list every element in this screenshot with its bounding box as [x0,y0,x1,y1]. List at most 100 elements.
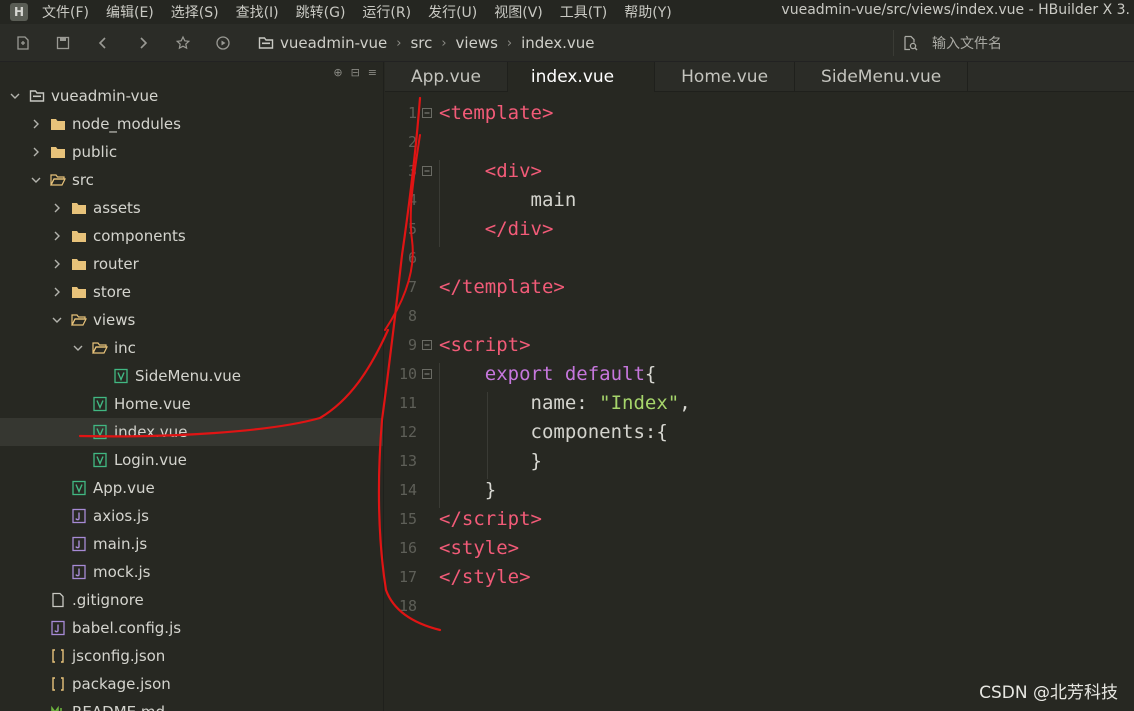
forward-icon[interactable] [134,34,152,52]
locate-icon[interactable]: ⊕ [333,66,342,79]
menu-item[interactable]: 编辑(E) [106,2,154,22]
menu-item[interactable]: 跳转(G) [296,2,346,22]
tab-index-vue[interactable]: index.vue [507,62,656,92]
tree-item-babel-config-js[interactable]: babel.config.js [0,614,383,642]
tree-item-readme-md[interactable]: README.md [0,698,383,711]
tree-item-components[interactable]: components [0,222,383,250]
menu-item[interactable]: 帮助(Y) [624,2,671,22]
code-editor[interactable]: App.vue index.vue Home.vue SideMenu.vue 1 <t… [385,62,1134,711]
chevron-right-icon[interactable] [50,285,64,299]
code-line[interactable]: 1 <template > [385,98,1134,127]
menu-item[interactable]: 查找(I) [236,2,279,22]
back-icon[interactable] [94,34,112,52]
tree-item-home-vue[interactable]: Home.vue [0,390,383,418]
tree-item-node-modules[interactable]: node_modules [0,110,383,138]
breadcrumb-item[interactable]: views [456,34,498,52]
code-line[interactable]: 10 export default{ [385,359,1134,388]
js-file-icon [50,620,66,636]
tree-item-index-vue[interactable]: index.vue [0,418,383,446]
tab-sidemenu-vue[interactable]: SideMenu.vue [795,62,969,92]
tree-item-inc[interactable]: inc [0,334,383,362]
menu-item[interactable]: 运行(R) [362,2,411,22]
code-token: components: [439,420,657,443]
code-area[interactable]: 1 <template >2 3 <div >4 main 5 </div >6 7 </tem… [385,98,1134,620]
tree-item-app-vue[interactable]: App.vue [0,474,383,502]
tree-item-mock-js[interactable]: mock.js [0,558,383,586]
code-line[interactable]: 16 <style > [385,533,1134,562]
chevron-right-icon[interactable] [29,145,43,159]
chevron-right-icon[interactable] [50,229,64,243]
tree-item-gitignore[interactable]: .gitignore [0,586,383,614]
code-line[interactable]: 2 [385,127,1134,156]
tree-item-public[interactable]: public [0,138,383,166]
tree-item-src[interactable]: src [0,166,383,194]
menu-icon[interactable]: ≡ [368,66,377,79]
code-line[interactable]: 6 [385,243,1134,272]
run-icon[interactable] [214,34,232,52]
code-line[interactable]: 14 } [385,475,1134,504]
line-number: 17 [398,567,417,586]
fold-placeholder [421,194,433,206]
code-line[interactable]: 5 </div > [385,214,1134,243]
menu-item[interactable]: 工具(T) [560,2,607,22]
menu-item[interactable]: 发行(U) [428,2,477,22]
new-file-icon[interactable] [14,34,32,52]
chevron-down-icon[interactable] [71,341,85,355]
tree-item-views[interactable]: views [0,306,383,334]
chevron-down-icon[interactable] [8,89,22,103]
code-line[interactable]: 11 name: "Index", [385,388,1134,417]
code-line[interactable]: 17 </style > [385,562,1134,591]
line-number: 10 [398,364,417,383]
code-line[interactable]: 7 </template > [385,272,1134,301]
tree-item-assets[interactable]: assets [0,194,383,222]
tree-item-sidemenu-vue[interactable]: SideMenu.vue [0,362,383,390]
tree-item-jsconfig-json[interactable]: jsconfig.json [0,642,383,670]
code-line[interactable]: 18 [385,591,1134,620]
vue-file-icon [92,452,108,468]
menu-item[interactable]: 选择(S) [171,2,219,22]
tree-item-store[interactable]: store [0,278,383,306]
code-line[interactable]: 12 components:{ [385,417,1134,446]
chevron-right-icon[interactable] [50,201,64,215]
fold-minus-icon[interactable] [421,107,433,119]
breadcrumb-item[interactable]: src [410,34,432,52]
line-number: 16 [398,538,417,557]
tree-item-axios-js[interactable]: axios.js [0,502,383,530]
code-line[interactable]: 8 [385,301,1134,330]
file-tree: vueadmin-vue node_modules public src assets c… [0,82,383,711]
breadcrumb-item[interactable]: index.vue [521,34,594,52]
tree-item-vueadmin-vue[interactable]: vueadmin-vue [0,82,383,110]
chevron-down-icon[interactable] [50,313,64,327]
fold-minus-icon[interactable] [421,339,433,351]
tree-item-login-vue[interactable]: Login.vue [0,446,383,474]
tree-item-router[interactable]: router [0,250,383,278]
toolbar: vueadmin-vue › src › views › index.vue 输入文件名 [0,24,1134,62]
chevron-down-icon[interactable] [29,173,43,187]
star-icon[interactable] [174,34,192,52]
tab-app-vue[interactable]: App.vue [385,62,508,92]
fold-minus-icon[interactable] [421,368,433,380]
breadcrumb-item[interactable]: vueadmin-vue [280,34,387,52]
code-line[interactable]: 3 <div > [385,156,1134,185]
save-icon[interactable] [54,34,72,52]
menu-item[interactable]: 视图(V) [494,2,543,22]
file-search-input[interactable]: 输入文件名 [893,30,1134,56]
code-line[interactable]: 15 </script > [385,504,1134,533]
indent-guide [439,160,440,247]
vue-file-icon [92,396,108,412]
collapse-all-icon[interactable]: ⊟ [351,66,360,79]
tab-home-vue[interactable]: Home.vue [655,62,796,92]
tab-label: index.vue [530,67,615,87]
chevron-right-icon[interactable] [50,257,64,271]
tree-item-label: babel.config.js [72,619,182,637]
chevron-right-icon[interactable] [29,117,43,131]
fold-minus-icon[interactable] [421,165,433,177]
tree-item-label: README.md [72,703,165,711]
code-line[interactable]: 4 main [385,185,1134,214]
tree-item-package-json[interactable]: package.json [0,670,383,698]
code-line[interactable]: 13 } [385,446,1134,475]
code-line[interactable]: 9 <script > [385,330,1134,359]
menu-item[interactable]: 文件(F) [42,2,89,22]
tree-item-main-js[interactable]: main.js [0,530,383,558]
